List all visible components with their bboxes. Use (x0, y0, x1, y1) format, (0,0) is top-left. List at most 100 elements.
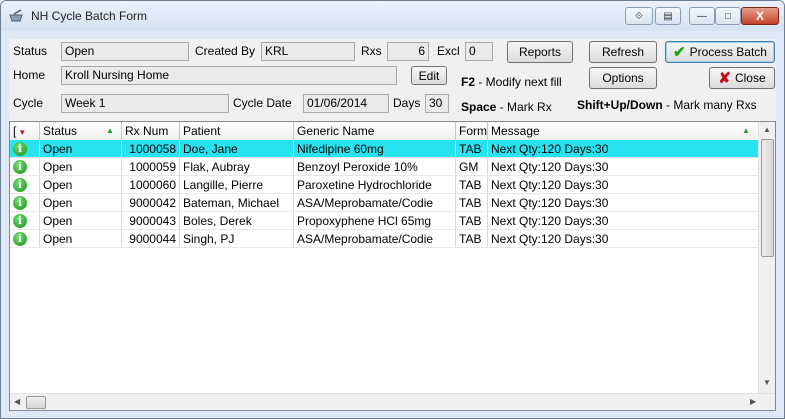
rxnum-column-header[interactable]: Rx Num (122, 122, 180, 140)
generic-cell: ASA/Meprobamate/Codie (294, 230, 456, 248)
message-cell: Next Qty:120 Days:30 (488, 176, 760, 194)
rxs-label: Rxs (361, 44, 382, 58)
excl-label: Excl (437, 44, 460, 58)
status-info-cell: i (10, 212, 40, 230)
rx-cell: 9000043 (122, 212, 180, 230)
process-batch-button[interactable]: ✔ Process Batch (665, 41, 775, 63)
generic-cell: Nifedipine 60mg (294, 140, 456, 158)
f2-hint: F2 - Modify next fill (461, 75, 562, 89)
status-info-cell: i (10, 176, 40, 194)
options-button[interactable]: Options (589, 67, 657, 89)
table-row[interactable]: i Open 9000043 Boles, Derek Propoxyphene HCl… (10, 212, 760, 230)
message-cell: Next Qty:120 Days:30 (488, 230, 760, 248)
scroll-up-icon[interactable]: ▲ (763, 125, 771, 134)
resize-icon[interactable]: ⟐ (625, 7, 653, 25)
form-cell: TAB (456, 194, 488, 212)
cycle-label: Cycle (13, 96, 44, 110)
scroll-right-icon[interactable]: ▶ (750, 397, 756, 406)
table-row[interactable]: i Open 9000042 Bateman, Michael ASA/Meprobam… (10, 194, 760, 212)
created-by-label: Created By (195, 44, 256, 58)
generic-cell: Propoxyphene HCl 65mg (294, 212, 456, 230)
form-body: Status Open Created By KRL Rxs 6 Excl 0 … (9, 39, 776, 411)
form-cell: TAB (456, 230, 488, 248)
message-cell: Next Qty:120 Days:30 (488, 212, 760, 230)
days-field: 30 (425, 94, 449, 113)
reports-button[interactable]: Reports (507, 41, 573, 63)
form-column-header[interactable]: Form (456, 122, 488, 140)
minimize-button[interactable]: — (689, 7, 715, 25)
info-icon: i (13, 178, 27, 192)
message-cell: Next Qty:120 Days:30 (488, 140, 760, 158)
table-row[interactable]: i Open 9000044 Singh, PJ ASA/Meprobamate/Cod… (10, 230, 760, 248)
info-icon: i (13, 142, 27, 156)
home-label: Home (13, 68, 46, 82)
form-cell: TAB (456, 212, 488, 230)
info-icon: i (13, 196, 27, 210)
form-cell: TAB (456, 176, 488, 194)
message-cell: Next Qty:120 Days:30 (488, 158, 760, 176)
cycle-field: Week 1 (61, 94, 229, 113)
patient-cell: Langille, Pierre (180, 176, 294, 194)
patient-cell: Singh, PJ (180, 230, 294, 248)
rx-cell: 1000060 (122, 176, 180, 194)
layout-icon[interactable]: ▤ (655, 7, 681, 25)
table-row[interactable]: i Open 1000060 Langille, Pierre Paroxetine H… (10, 176, 760, 194)
status-info-cell: i (10, 140, 40, 158)
status-label: Status (13, 44, 48, 58)
rx-cell: 1000058 (122, 140, 180, 158)
created-by-field: KRL (261, 42, 355, 61)
table-row[interactable]: i Open 1000058 Doe, Jane Nifedipine 60mg TAB N… (10, 140, 760, 158)
patient-column-header[interactable]: Patient (180, 122, 294, 140)
rxs-field: 6 (387, 42, 429, 61)
excl-field: 0 (465, 42, 493, 61)
form-cell: TAB (456, 140, 488, 158)
cycle-date-label: Cycle Date (233, 96, 292, 110)
close-window-button[interactable]: X (741, 7, 779, 25)
close-button[interactable]: ✘ Close (709, 67, 775, 89)
patient-cell: Boles, Derek (180, 212, 294, 230)
generic-cell: Paroxetine Hydrochloride (294, 176, 456, 194)
info-icon: i (13, 214, 27, 228)
maximize-button[interactable]: □ (715, 7, 741, 25)
scroll-down-icon[interactable]: ▼ (763, 378, 771, 387)
status-info-cell: i (10, 158, 40, 176)
mark-column-header[interactable]: [▼ (10, 122, 40, 140)
generic-cell: Benzoyl Peroxide 10% (294, 158, 456, 176)
status-cell: Open (40, 194, 122, 212)
status-cell: Open (40, 176, 122, 194)
status-cell: Open (40, 230, 122, 248)
status-cell: Open (40, 158, 122, 176)
info-icon: i (13, 232, 27, 246)
patient-cell: Bateman, Michael (180, 194, 294, 212)
days-label: Days (393, 96, 421, 110)
status-info-cell: i (10, 230, 40, 248)
window-title: NH Cycle Batch Form (31, 9, 148, 23)
scroll-left-icon[interactable]: ◀ (14, 397, 20, 406)
home-field: Kroll Nursing Home (61, 66, 397, 85)
form-cell: GM (456, 158, 488, 176)
rx-grid[interactable]: [▼ Status ▲ Rx Num Patient Generic Name F… (9, 121, 776, 411)
horizontal-scroll-thumb[interactable] (26, 396, 46, 409)
info-icon: i (13, 160, 27, 174)
cycle-date-field: 01/06/2014 (303, 94, 389, 113)
title-bar[interactable]: NH Cycle Batch Form ⟐ ▤ — □ X (1, 1, 784, 31)
patient-cell: Flak, Aubray (180, 158, 294, 176)
horizontal-scrollbar[interactable]: ◀ ▶ (10, 393, 775, 410)
status-info-cell: i (10, 194, 40, 212)
edit-button[interactable]: Edit (411, 66, 447, 85)
nh-cycle-batch-window: NH Cycle Batch Form ⟐ ▤ — □ X Status Ope… (0, 0, 785, 419)
status-column-header[interactable]: Status ▲ (40, 122, 122, 140)
table-row[interactable]: i Open 1000059 Flak, Aubray Benzoyl Peroxide… (10, 158, 760, 176)
refresh-button[interactable]: Refresh (589, 41, 657, 63)
space-hint: Space - Mark Rx (461, 100, 552, 114)
grid-header: [▼ Status ▲ Rx Num Patient Generic Name F… (10, 122, 760, 141)
message-column-header[interactable]: Message ▲ (488, 122, 760, 140)
status-cell: Open (40, 212, 122, 230)
vertical-scrollbar[interactable]: ▲ ▼ (758, 122, 775, 394)
vertical-scroll-thumb[interactable] (761, 139, 774, 257)
x-icon: ✘ (718, 70, 731, 87)
message-cell: Next Qty:120 Days:30 (488, 194, 760, 212)
generic-name-column-header[interactable]: Generic Name (294, 122, 456, 140)
shift-hint: Shift+Up/Down - Mark many Rxs (577, 98, 757, 112)
rx-cell: 9000044 (122, 230, 180, 248)
